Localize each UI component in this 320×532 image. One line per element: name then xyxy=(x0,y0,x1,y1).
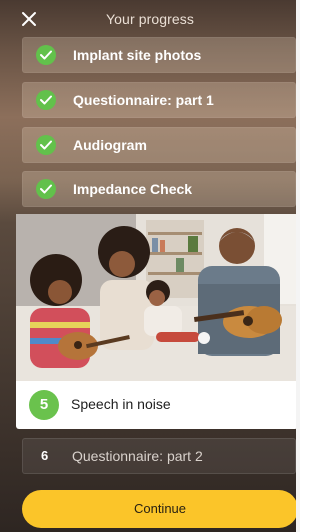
edge-divider xyxy=(296,0,300,532)
step-label: Implant site photos xyxy=(73,47,202,63)
progress-screen: Your progress Implant site photos Questi… xyxy=(0,0,300,532)
step-audiogram[interactable]: Audiogram xyxy=(22,127,296,163)
step-impedance-check[interactable]: Impedance Check xyxy=(22,171,296,207)
continue-button[interactable]: Continue xyxy=(22,490,298,528)
check-icon xyxy=(36,135,56,155)
step-label: Speech in noise xyxy=(71,396,171,412)
step-questionnaire-part-1[interactable]: Questionnaire: part 1 xyxy=(22,82,296,118)
step-number-badge: 5 xyxy=(29,390,59,420)
step-questionnaire-part-2[interactable]: 6 Questionnaire: part 2 xyxy=(22,438,296,474)
step-label: Questionnaire: part 2 xyxy=(72,448,203,464)
step-label: Questionnaire: part 1 xyxy=(73,92,214,108)
check-icon xyxy=(36,179,56,199)
step-implant-site-photos[interactable]: Implant site photos xyxy=(22,37,296,73)
check-icon xyxy=(36,45,56,65)
step-number: 6 xyxy=(41,448,49,463)
step-label: Audiogram xyxy=(73,137,147,153)
check-icon xyxy=(36,90,56,110)
header: Your progress xyxy=(0,0,300,38)
step-illustration-photo xyxy=(16,214,298,382)
page-title: Your progress xyxy=(106,11,194,27)
step-label: Impedance Check xyxy=(73,181,193,197)
step-speech-in-noise[interactable]: 5 Speech in noise xyxy=(16,381,298,429)
